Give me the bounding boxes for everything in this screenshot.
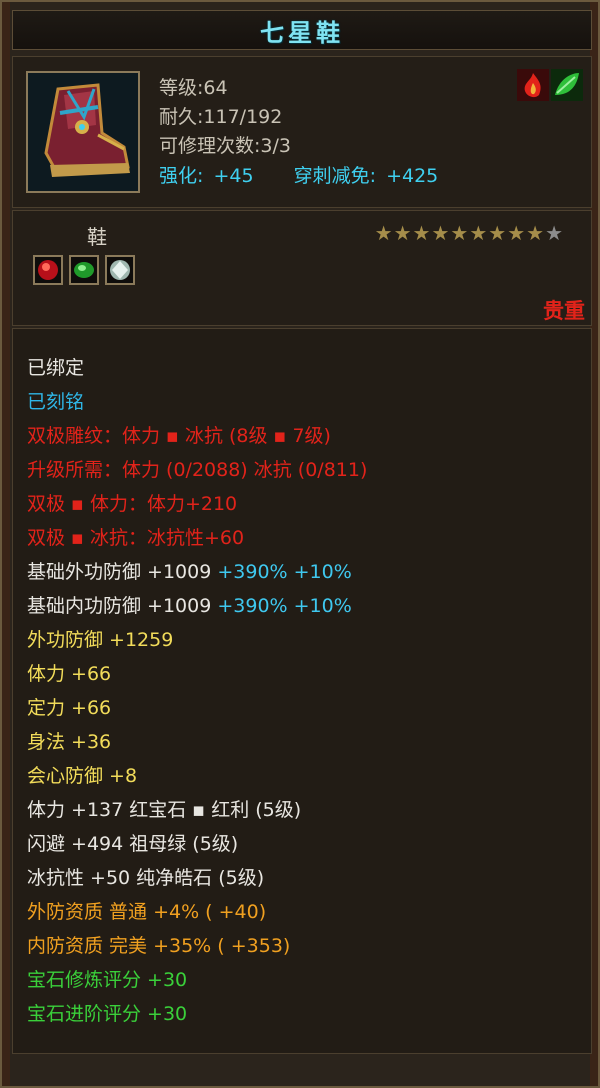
title-bar: 七星鞋 <box>12 10 592 50</box>
ruby-gem-icon <box>38 260 58 280</box>
enhance-value: +45 <box>213 165 254 187</box>
item-name: 七星鞋 <box>260 18 344 47</box>
item-header: 等级:64 耐久:117/192 可修理次数:3/3 强化: +45 穿刺减免:… <box>12 56 592 208</box>
base-external-defense-bonus: +390% +10% <box>217 561 352 583</box>
emerald-gem-icon <box>74 262 94 278</box>
rarity-label: 贵重 <box>543 299 585 323</box>
dual-vitality-line: 双极 ▪ 体力：体力+210 <box>27 493 238 515</box>
diamond-gem-icon <box>110 260 130 280</box>
agility-line: 身法 +36 <box>27 731 112 753</box>
wood-element-icon <box>551 69 583 101</box>
star-icon: ★ <box>469 221 488 245</box>
star-icon: ★ <box>545 221 563 245</box>
gem-slot[interactable] <box>33 255 63 285</box>
star-icon: ★ <box>507 221 526 245</box>
upgrade-line: 升级所需：体力 (0/2088) 冰抗 (0/811) <box>27 459 368 481</box>
item-slot[interactable] <box>26 71 140 193</box>
star-icon: ★ <box>431 221 450 245</box>
crit-defense-line: 会心防御 +8 <box>27 765 138 787</box>
star-icon: ★ <box>526 221 545 245</box>
bound-status: 已绑定 <box>27 357 85 379</box>
gem-advance-score-line: 宝石进阶评分 +30 <box>27 1003 188 1025</box>
focus-line: 定力 +66 <box>27 697 112 719</box>
gem-ruby-line: 体力 +137 红宝石 ▪ 红利 (5级) <box>27 799 302 821</box>
level-text: 等级:64 <box>159 77 228 99</box>
base-internal-defense-line: 基础内功防御 +1009 +390% +10% <box>27 593 352 619</box>
stats-panel: 已绑定 已刻铭 双极雕纹：体力 ▪ 冰抗 (8级 ▪ 7级) 升级所需：体力 (… <box>12 328 592 1054</box>
boot-icon <box>28 73 138 191</box>
star-icon: ★ <box>488 221 507 245</box>
gem-diamond-line: 冰抗性 +50 纯净皓石 (5级) <box>27 867 265 889</box>
pierce-value: +425 <box>386 165 439 187</box>
enhance-line: 强化: +45 穿刺减免: +425 <box>159 161 438 188</box>
star-icon: ★ <box>412 221 431 245</box>
element-icons <box>517 69 583 101</box>
gem-slot[interactable] <box>69 255 99 285</box>
base-internal-defense-value: 基础内功防御 +1009 <box>27 595 218 617</box>
base-external-defense-value: 基础外功防御 +1009 <box>27 561 218 583</box>
star-icon: ★ <box>450 221 469 245</box>
base-internal-defense-bonus: +390% +10% <box>217 595 352 617</box>
repair-count-text: 可修理次数:3/3 <box>159 135 291 157</box>
carve-line: 双极雕纹：体力 ▪ 冰抗 (8级 ▪ 7级) <box>27 425 331 447</box>
star-rating: ★ ★ ★ ★ ★ ★ ★ ★ ★ ★ <box>375 223 563 243</box>
dual-ice-line: 双极 ▪ 冰抗：冰抗性+60 <box>27 527 245 549</box>
durability-text: 耐久:117/192 <box>159 106 283 128</box>
external-defense-line: 外功防御 +1259 <box>27 629 174 651</box>
vitality-line: 体力 +66 <box>27 663 112 685</box>
base-external-defense-line: 基础外功防御 +1009 +390% +10% <box>27 559 352 585</box>
fire-element-icon <box>517 69 549 101</box>
item-subheader: 鞋 ★ ★ ★ ★ ★ ★ ★ ★ ★ ★ 贵重 <box>12 210 592 326</box>
gem-emerald-line: 闪避 +494 祖母绿 (5级) <box>27 833 239 855</box>
gem-slot-row <box>33 255 135 285</box>
external-aptitude-line: 外防资质 普通 +4% ( +40) <box>27 901 267 923</box>
enhance-label: 强化: <box>159 165 204 187</box>
star-icon: ★ <box>393 221 412 245</box>
left-border <box>2 2 10 1086</box>
item-type: 鞋 <box>87 225 107 249</box>
pierce-label: 穿刺减免: <box>293 165 377 187</box>
gem-refine-score-line: 宝石修炼评分 +30 <box>27 969 188 991</box>
star-icon: ★ <box>374 221 393 245</box>
engraved-status: 已刻铭 <box>27 391 85 413</box>
gem-slot[interactable] <box>105 255 135 285</box>
internal-aptitude-line: 内防资质 完美 +35% ( +353) <box>27 935 291 957</box>
item-tooltip: 七星鞋 等级:64 耐久:117/192 可修理次数:3/3 强化: +45 穿… <box>0 0 600 1088</box>
